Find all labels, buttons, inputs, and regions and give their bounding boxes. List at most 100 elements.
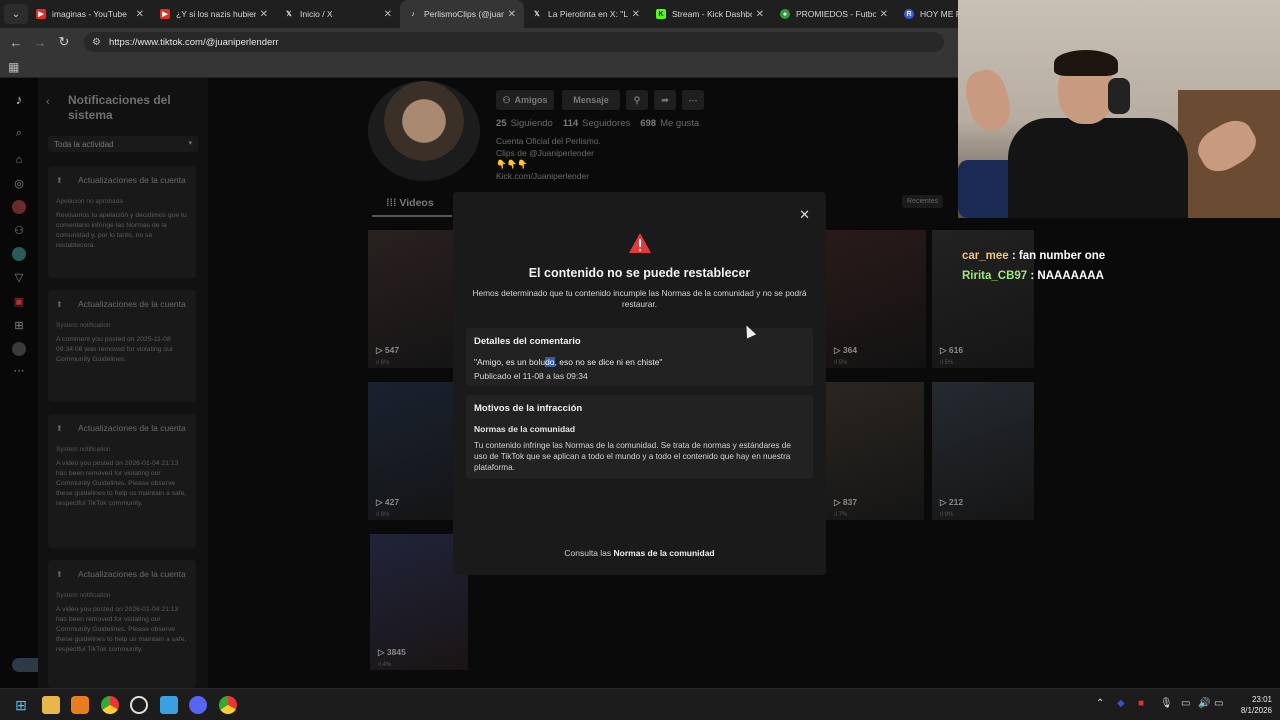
close-tab-icon[interactable]: ✕ — [260, 9, 268, 20]
site-info-icon[interactable]: ⚙ — [92, 37, 101, 48]
add-friend-button[interactable]: ⚲ — [626, 90, 648, 110]
video-thumbnail[interactable]: ▷ 837 ıl 7% — [826, 382, 924, 520]
close-tab-icon[interactable]: ✕ — [632, 9, 640, 20]
close-tab-icon[interactable]: ✕ — [508, 9, 516, 20]
notification-card[interactable]: ⬆ Actualizaciones de la cuenta System not… — [48, 290, 196, 402]
pct-value: 4% — [382, 662, 392, 668]
tiktok-logo-icon[interactable]: ♪ — [12, 93, 26, 107]
tab-title: Stream - Kick Dashbo — [672, 9, 752, 19]
view-count: 364 — [842, 345, 858, 355]
file-explorer-icon[interactable] — [42, 696, 60, 714]
tab-videos[interactable]: ⁞⁞⁞ Videos — [372, 197, 452, 217]
message-button[interactable]: Mensaje — [562, 90, 620, 110]
browser-tab[interactable]: ● PROMIEDOS - Futbol ✕ — [772, 0, 896, 28]
tab-title: ¿Y si los nazis hubieran — [176, 9, 256, 19]
tab-label: Videos — [399, 197, 434, 209]
browser-tab[interactable]: 𝕏 Inicio / X ✕ — [276, 0, 400, 28]
activity-filter[interactable]: Toda la actividad ▾ — [48, 136, 198, 152]
messages-icon[interactable]: ▣ — [12, 295, 26, 309]
bio-line: Clips de @Juaniperlender — [496, 147, 594, 158]
tab-search-button[interactable]: ⌄ — [4, 4, 28, 24]
discord-icon[interactable] — [189, 696, 207, 714]
profile-avatar[interactable] — [368, 81, 480, 181]
grid-icon: ⁞⁞⁞ — [386, 197, 400, 209]
video-thumbnail[interactable]: ▷ 212 ıl 9% — [932, 382, 1034, 520]
close-tab-icon[interactable]: ✕ — [756, 9, 764, 20]
activity-icon[interactable]: ▽ — [12, 271, 26, 285]
headphones — [1108, 78, 1130, 114]
stat-value: 114 — [562, 118, 579, 129]
chrome-icon[interactable] — [101, 696, 119, 714]
close-tab-icon[interactable]: ✕ — [136, 9, 144, 20]
friends-button[interactable]: ⚇ Amigos — [496, 90, 554, 110]
details-title: Detalles del comentario — [474, 336, 581, 347]
footer-prefix: Consulta las — [564, 548, 612, 558]
reload-icon[interactable]: ↻ — [52, 34, 76, 50]
tray-app-icon[interactable]: ■ — [1138, 698, 1144, 709]
apps-grid-icon[interactable]: ▦ — [8, 60, 19, 74]
browser-tab[interactable]: K Stream - Kick Dashbo ✕ — [648, 0, 772, 28]
bio-link[interactable]: Kick.com/Juaniperlender — [496, 171, 601, 183]
search-icon[interactable]: ⌕ — [12, 126, 26, 140]
quote-start: "Amigo, es un bolu — [474, 357, 546, 367]
windows-start-icon[interactable]: ⊞ — [12, 696, 30, 714]
microphone-icon[interactable]: 🎙 — [1160, 698, 1173, 709]
home-icon[interactable]: ⌂ — [12, 153, 26, 167]
back-arrow-icon[interactable]: ‹ — [46, 96, 50, 108]
address-bar[interactable]: ⚙ https://www.tiktok.com/@juaniperlender… — [84, 32, 944, 52]
stat-label: Siguiendo — [510, 118, 553, 129]
close-tab-icon[interactable]: ✕ — [384, 9, 392, 20]
friends-avatar-icon[interactable] — [12, 247, 26, 261]
likes-stat: 698 Me gusta — [640, 118, 699, 129]
network-icon[interactable]: ▭ — [1181, 698, 1190, 709]
engagement-rate: ıl 4% — [378, 662, 392, 668]
explore-icon[interactable]: ◎ — [12, 177, 26, 191]
guidelines-link[interactable]: Normas de la comunidad — [614, 548, 715, 558]
back-icon[interactable]: ← — [4, 35, 28, 50]
chevron-up-icon[interactable]: ⌃ — [1096, 698, 1104, 709]
notification-card[interactable]: ⬆ Actualizaciones de la cuenta Apelación … — [48, 166, 196, 278]
x-icon: 𝕏 — [286, 11, 292, 18]
profile-avatar-icon[interactable] — [12, 342, 26, 356]
app-icon[interactable] — [71, 696, 89, 714]
system-clock[interactable]: 23:01 8/1/2026 — [1232, 694, 1272, 716]
play-count: ▷ 837 — [834, 497, 858, 507]
close-tab-icon[interactable]: ✕ — [880, 9, 888, 20]
notepad-icon[interactable] — [160, 696, 178, 714]
obs-icon[interactable] — [130, 696, 148, 714]
dialog-description: Hemos determinado que tu contenido incum… — [472, 288, 807, 309]
forward-icon[interactable]: → — [28, 35, 52, 50]
live-avatar-icon[interactable] — [12, 200, 26, 214]
reasons-title: Motivos de la infracción — [474, 403, 583, 414]
upload-icon[interactable]: ⊞ — [12, 319, 26, 333]
stat-value: 698 — [640, 118, 657, 129]
volume-icon[interactable]: 🔊 — [1198, 698, 1210, 709]
browser-tab[interactable]: 𝕏 La Pierotinta en X: "L ✕ — [524, 0, 648, 28]
account-update-icon: ⬆ — [56, 570, 63, 579]
tray-app-icon[interactable]: ◆ — [1117, 698, 1125, 709]
following-icon[interactable]: ⚇ — [12, 224, 26, 238]
engagement-rate: ıl 6% — [376, 360, 390, 366]
browser-tab[interactable]: ▶ ¿Y si los nazis hubieran ✕ — [152, 0, 276, 28]
notification-card[interactable]: ⬆ Actualizaciones de la cuenta System not… — [48, 414, 196, 548]
video-thumbnail[interactable]: ▷ 364 ıl 5% — [826, 230, 926, 368]
clock-date: 8/1/2026 — [1240, 706, 1272, 715]
following-stat[interactable]: 25 Siguiendo — [496, 118, 553, 129]
guidelines-footer: Consulta las Normas de la comunidad — [453, 548, 826, 558]
more-options-button[interactable]: ⋯ — [682, 90, 704, 110]
card-body: A video you posted on 2026-01-04 21:13 h… — [56, 460, 187, 507]
play-count: ▷ 547 — [376, 345, 400, 355]
chrome-icon[interactable] — [219, 696, 237, 714]
pct-value: 7% — [838, 512, 848, 518]
more-icon[interactable]: ⋯ — [12, 364, 26, 378]
chat-text: : fan number one — [1011, 250, 1106, 262]
notification-card[interactable]: ⬆ Actualizaciones de la cuenta System not… — [48, 560, 196, 688]
browser-tab[interactable]: ▶ imaginas - YouTube ✕ — [28, 0, 152, 28]
followers-stat[interactable]: 114 Seguidores — [563, 118, 630, 129]
browser-tab-active[interactable]: ♪ PerlismoClips (@juan ✕ — [400, 0, 524, 28]
share-button[interactable]: ➦ — [654, 90, 676, 110]
close-icon[interactable]: ✕ — [799, 207, 810, 223]
clock-time: 23:01 — [1251, 695, 1272, 704]
sort-recent-button[interactable]: Recientes — [902, 195, 944, 208]
battery-icon[interactable]: ▭ — [1214, 698, 1223, 709]
